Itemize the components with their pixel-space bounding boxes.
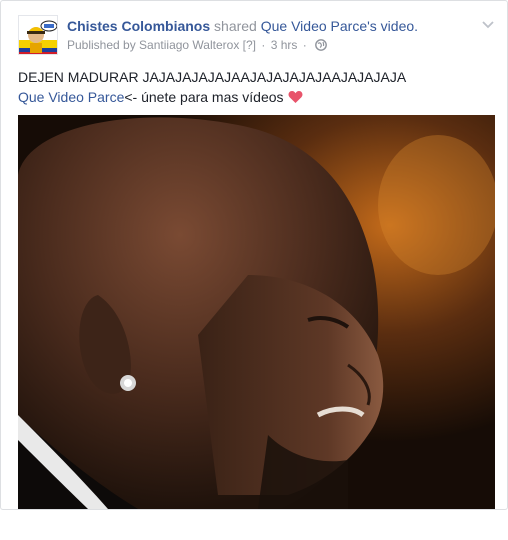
heart-icon <box>288 89 303 109</box>
post-text-line-1: DEJEN MADURAR JAJAJAJAJAJAAJAJAJAJAJAAJA… <box>18 69 407 85</box>
post-header: Chistes Colombianos shared Que Video Par… <box>18 15 495 55</box>
mention-link[interactable]: Que Video Parce <box>18 89 124 105</box>
post-title-line: Chistes Colombianos shared Que Video Par… <box>67 17 418 35</box>
post-card: Chistes Colombianos shared Que Video Par… <box>0 0 508 510</box>
post-text-line-2: Que Video Parce<- únete para mas vídeos <box>18 87 488 109</box>
meta-separator-2: · <box>302 38 307 52</box>
video-frame <box>18 115 495 509</box>
page-avatar[interactable] <box>18 15 58 55</box>
post-timestamp[interactable]: 3 hrs <box>271 38 298 52</box>
meta-separator: · <box>261 38 266 52</box>
shared-text: shared <box>214 18 257 34</box>
post-text-suffix: <- únete para mas vídeos <box>124 89 284 105</box>
globe-icon <box>315 39 327 55</box>
page-name-link[interactable]: Chistes Colombianos <box>67 18 210 34</box>
video-player[interactable] <box>18 115 495 509</box>
shared-video-link[interactable]: video. <box>381 18 418 34</box>
post-message: DEJEN MADURAR JAJAJAJAJAJAAJAJAJAJAJAAJA… <box>18 67 488 109</box>
post-meta: Published by Santiiago Walterox [?] · 3 … <box>67 37 327 55</box>
published-by-text: Published by Santiiago Walterox <box>67 38 240 52</box>
source-page-link[interactable]: Que Video Parce's <box>261 18 377 34</box>
help-marker[interactable]: [?] <box>243 38 256 52</box>
chevron-down-icon[interactable] <box>481 17 495 31</box>
